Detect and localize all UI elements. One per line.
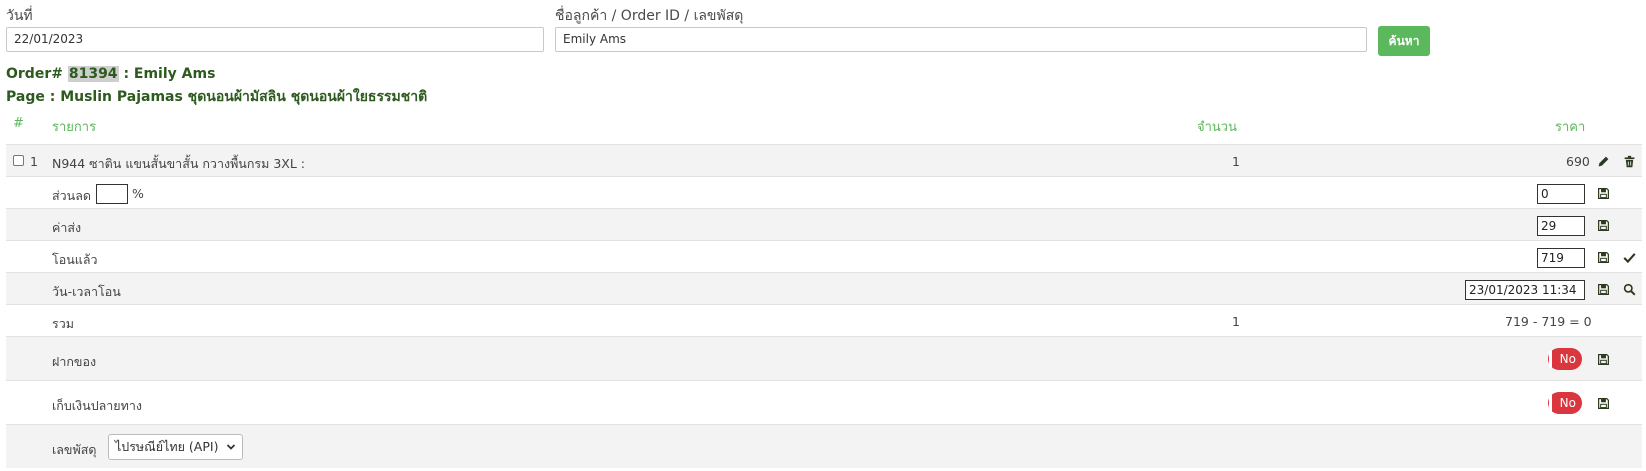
- transferred-row: โอนแล้ว 719: [6, 240, 1642, 272]
- transferred-amount-input[interactable]: 719: [1537, 248, 1585, 268]
- cod-toggle[interactable]: No: [1548, 392, 1582, 414]
- header-index: #: [13, 116, 24, 131]
- shipping-row: ค่าส่ง 29: [6, 208, 1642, 240]
- transfer-time-input[interactable]: 23/01/2023 11:34: [1465, 280, 1585, 300]
- item-row: 1 N944 ซาติน แขนสั้นขาสั้น กวางพื้นกรม 3…: [6, 144, 1642, 176]
- carrier-select[interactable]: ไปรษณีย์ไทย (API): [108, 434, 244, 460]
- carrier-select-value: ไปรษณีย์ไทย (API): [115, 439, 219, 454]
- discount-amount-input[interactable]: 0: [1537, 184, 1585, 204]
- customer-search-input[interactable]: Emily Ams: [555, 27, 1367, 52]
- item-qty: 1: [1232, 154, 1240, 169]
- pencil-icon[interactable]: [1596, 154, 1610, 168]
- order-page: Page : Muslin Pajamas ชุดนอนผ้ามัสลิน ชุ…: [6, 89, 428, 105]
- checkmark-icon[interactable]: [1622, 250, 1636, 264]
- deposit-label: ฝากของ: [52, 354, 97, 369]
- header-qty: จำนวน: [1197, 120, 1237, 135]
- save-icon[interactable]: [1596, 218, 1610, 232]
- cod-row: เก็บเงินปลายทาง No: [6, 380, 1642, 424]
- order-id: 81394: [67, 66, 119, 82]
- save-icon[interactable]: [1596, 186, 1610, 200]
- date-input[interactable]: 22/01/2023: [6, 27, 544, 52]
- search-button[interactable]: ค้นหา: [1378, 26, 1430, 56]
- save-icon[interactable]: [1596, 250, 1610, 264]
- shipping-amount-input[interactable]: 29: [1537, 216, 1585, 236]
- header-item: รายการ: [52, 120, 97, 135]
- total-row: รวม 1 719 - 719 = 0: [6, 304, 1642, 336]
- order-prefix: Order#: [6, 66, 63, 82]
- item-price: 690: [1566, 154, 1590, 169]
- order-customer: : Emily Ams: [123, 66, 216, 82]
- deposit-toggle[interactable]: No: [1548, 348, 1582, 370]
- search-icon[interactable]: [1622, 282, 1636, 296]
- save-icon[interactable]: [1596, 396, 1610, 410]
- trash-icon[interactable]: [1622, 154, 1636, 168]
- header-price: ราคา: [1555, 120, 1586, 135]
- item-index: 1: [30, 154, 38, 169]
- chevron-down-icon: [226, 442, 236, 452]
- discount-percent-input[interactable]: [96, 184, 128, 204]
- percent-sign: %: [132, 186, 144, 201]
- total-calc: 719 - 719 = 0: [1505, 314, 1592, 329]
- cod-label: เก็บเงินปลายทาง: [52, 398, 142, 413]
- transferred-label: โอนแล้ว: [52, 252, 98, 267]
- discount-row: ส่วนลด % 0: [6, 176, 1642, 208]
- customer-search-label: ชื่อลูกค้า / Order ID / เลขพัสดุ: [555, 8, 744, 24]
- total-qty: 1: [1232, 314, 1240, 329]
- save-icon[interactable]: [1596, 352, 1610, 366]
- transfer-time-label: วัน-เวลาโอน: [52, 284, 121, 299]
- tracking-row: เลขพัสดุ ไปรษณีย์ไทย (API): [6, 424, 1642, 468]
- order-title: Order# 81394 : Emily Ams: [6, 66, 215, 82]
- date-label: วันที่: [6, 8, 33, 24]
- deposit-row: ฝากของ No: [6, 336, 1642, 380]
- item-name: N944 ซาติน แขนสั้นขาสั้น กวางพื้นกรม 3XL…: [52, 156, 306, 171]
- shipping-label: ค่าส่ง: [52, 220, 82, 235]
- transfer-time-row: วัน-เวลาโอน 23/01/2023 11:34: [6, 272, 1642, 304]
- item-checkbox[interactable]: [13, 155, 24, 166]
- save-icon[interactable]: [1596, 282, 1610, 296]
- tracking-label: เลขพัสดุ: [52, 442, 97, 457]
- total-label: รวม: [52, 316, 74, 331]
- discount-label: ส่วนลด: [52, 188, 91, 203]
